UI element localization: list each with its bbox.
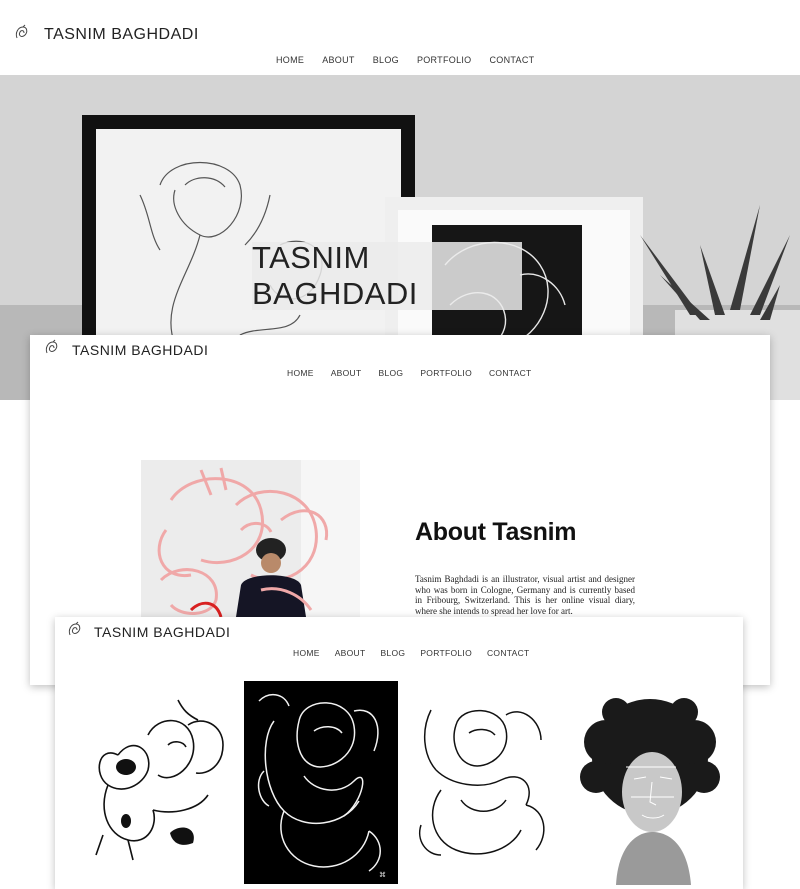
main-nav: HOME ABOUT BLOG PORTFOLIO CONTACT	[276, 55, 534, 65]
svg-text:⌘: ⌘	[379, 871, 386, 879]
hero-title: TASNIM BAGHDADI	[252, 240, 418, 311]
nav-blog[interactable]: BLOG	[380, 648, 405, 658]
nav-home[interactable]: HOME	[293, 648, 320, 658]
portfolio-item-line-art-figure-black[interactable]: ⌘	[244, 681, 398, 884]
main-nav: HOME ABOUT BLOG PORTFOLIO CONTACT	[287, 368, 532, 378]
nav-portfolio[interactable]: PORTFOLIO	[420, 648, 472, 658]
logo-icon[interactable]	[13, 24, 31, 42]
logo-icon[interactable]	[43, 339, 61, 357]
site-header-top: TASNIM BAGHDADI HOME ABOUT BLOG PORTFOLI…	[0, 0, 800, 75]
portfolio-item-line-art-embrace-white[interactable]	[411, 695, 553, 870]
about-text: Tasnim Baghdadi is an illustrator, visua…	[415, 574, 635, 616]
nav-contact[interactable]: CONTACT	[489, 55, 534, 65]
nav-portfolio[interactable]: PORTFOLIO	[417, 55, 472, 65]
nav-blog[interactable]: BLOG	[378, 368, 403, 378]
nav-contact[interactable]: CONTACT	[489, 368, 532, 378]
about-title: About Tasnim	[415, 518, 577, 546]
nav-about[interactable]: ABOUT	[335, 648, 366, 658]
nav-blog[interactable]: BLOG	[373, 55, 399, 65]
nav-about[interactable]: ABOUT	[322, 55, 355, 65]
brand-name[interactable]: TASNIM BAGHDADI	[44, 26, 199, 44]
nav-contact[interactable]: CONTACT	[487, 648, 530, 658]
about-portrait-photo	[141, 460, 360, 617]
nav-home[interactable]: HOME	[276, 55, 304, 65]
logo-icon[interactable]	[66, 621, 84, 639]
portfolio-item-line-art-figure-white[interactable]	[88, 695, 230, 865]
portfolio-item-curly-hair-portrait-photo[interactable]	[576, 697, 724, 885]
nav-portfolio[interactable]: PORTFOLIO	[420, 368, 472, 378]
brand-name[interactable]: TASNIM BAGHDADI	[72, 342, 208, 358]
nav-home[interactable]: HOME	[287, 368, 314, 378]
brand-name[interactable]: TASNIM BAGHDADI	[94, 624, 230, 640]
nav-about[interactable]: ABOUT	[331, 368, 362, 378]
main-nav: HOME ABOUT BLOG PORTFOLIO CONTACT	[293, 648, 530, 658]
